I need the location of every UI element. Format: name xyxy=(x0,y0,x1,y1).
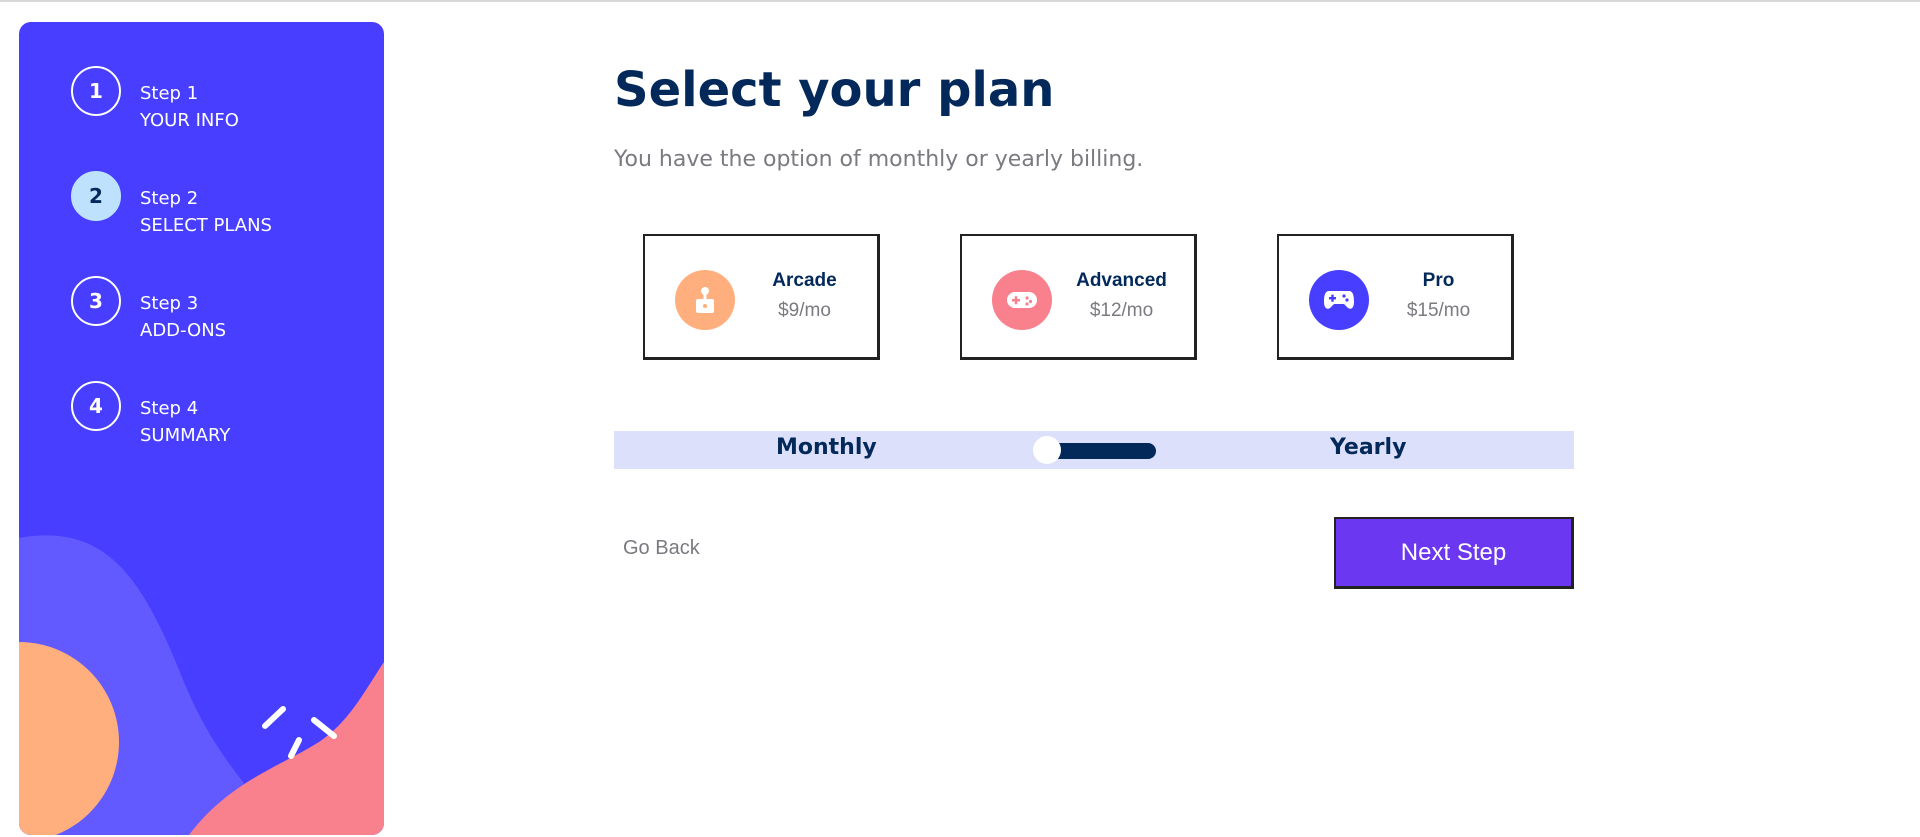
plan-name: Arcade xyxy=(772,270,837,291)
page-title: Select your plan xyxy=(614,62,1055,118)
step-number: 3 xyxy=(71,276,121,326)
step-name: ADD-ONS xyxy=(140,320,227,341)
next-step-button[interactable]: Next Step xyxy=(1334,517,1574,589)
step-number: 1 xyxy=(71,66,121,116)
plan-price: $9/mo xyxy=(778,300,831,321)
step-name: YOUR INFO xyxy=(140,110,239,131)
sidebar-step-2[interactable]: 2 Step 2 SELECT PLANS xyxy=(71,171,272,239)
step-number: 4 xyxy=(71,381,121,431)
gamepad-icon xyxy=(992,270,1052,330)
monthly-label[interactable]: Monthly xyxy=(776,435,877,460)
step-label: Step 3 xyxy=(140,293,199,314)
controller-icon xyxy=(1309,270,1369,330)
sidebar-step-4[interactable]: 4 Step 4 SUMMARY xyxy=(71,381,230,449)
step-number: 2 xyxy=(71,171,121,221)
billing-toggle-bar: Monthly Yearly xyxy=(614,431,1574,469)
plan-price: $15/mo xyxy=(1406,300,1471,321)
sidebar-step-3[interactable]: 3 Step 3 ADD-ONS xyxy=(71,276,226,344)
plan-price: $12/mo xyxy=(1089,300,1154,321)
plan-card-arcade[interactable]: Arcade $9/mo xyxy=(643,234,880,360)
step-label: Step 2 xyxy=(140,188,199,209)
top-divider xyxy=(0,0,1920,2)
joystick-icon xyxy=(675,270,735,330)
step-label: Step 4 xyxy=(140,398,199,419)
plan-card-advanced[interactable]: Advanced $12/mo xyxy=(960,234,1197,360)
sidebar-step-1[interactable]: 1 Step 1 YOUR INFO xyxy=(71,66,239,134)
sidebar: 1 Step 1 YOUR INFO 2 Step 2 SELECT PLANS… xyxy=(19,22,384,835)
yearly-label[interactable]: Yearly xyxy=(1330,435,1406,460)
step-label: Step 1 xyxy=(140,83,199,104)
plan-name: Advanced xyxy=(1076,270,1167,291)
page-subtitle: You have the option of monthly or yearly… xyxy=(614,147,1144,172)
toggle-knob[interactable] xyxy=(1033,436,1061,464)
plan-card-pro[interactable]: Pro $15/mo xyxy=(1277,234,1514,360)
plan-name: Pro xyxy=(1422,270,1455,291)
step-name: SUMMARY xyxy=(140,425,231,446)
go-back-button[interactable]: Go Back xyxy=(623,537,700,560)
step-name: SELECT PLANS xyxy=(140,215,272,236)
